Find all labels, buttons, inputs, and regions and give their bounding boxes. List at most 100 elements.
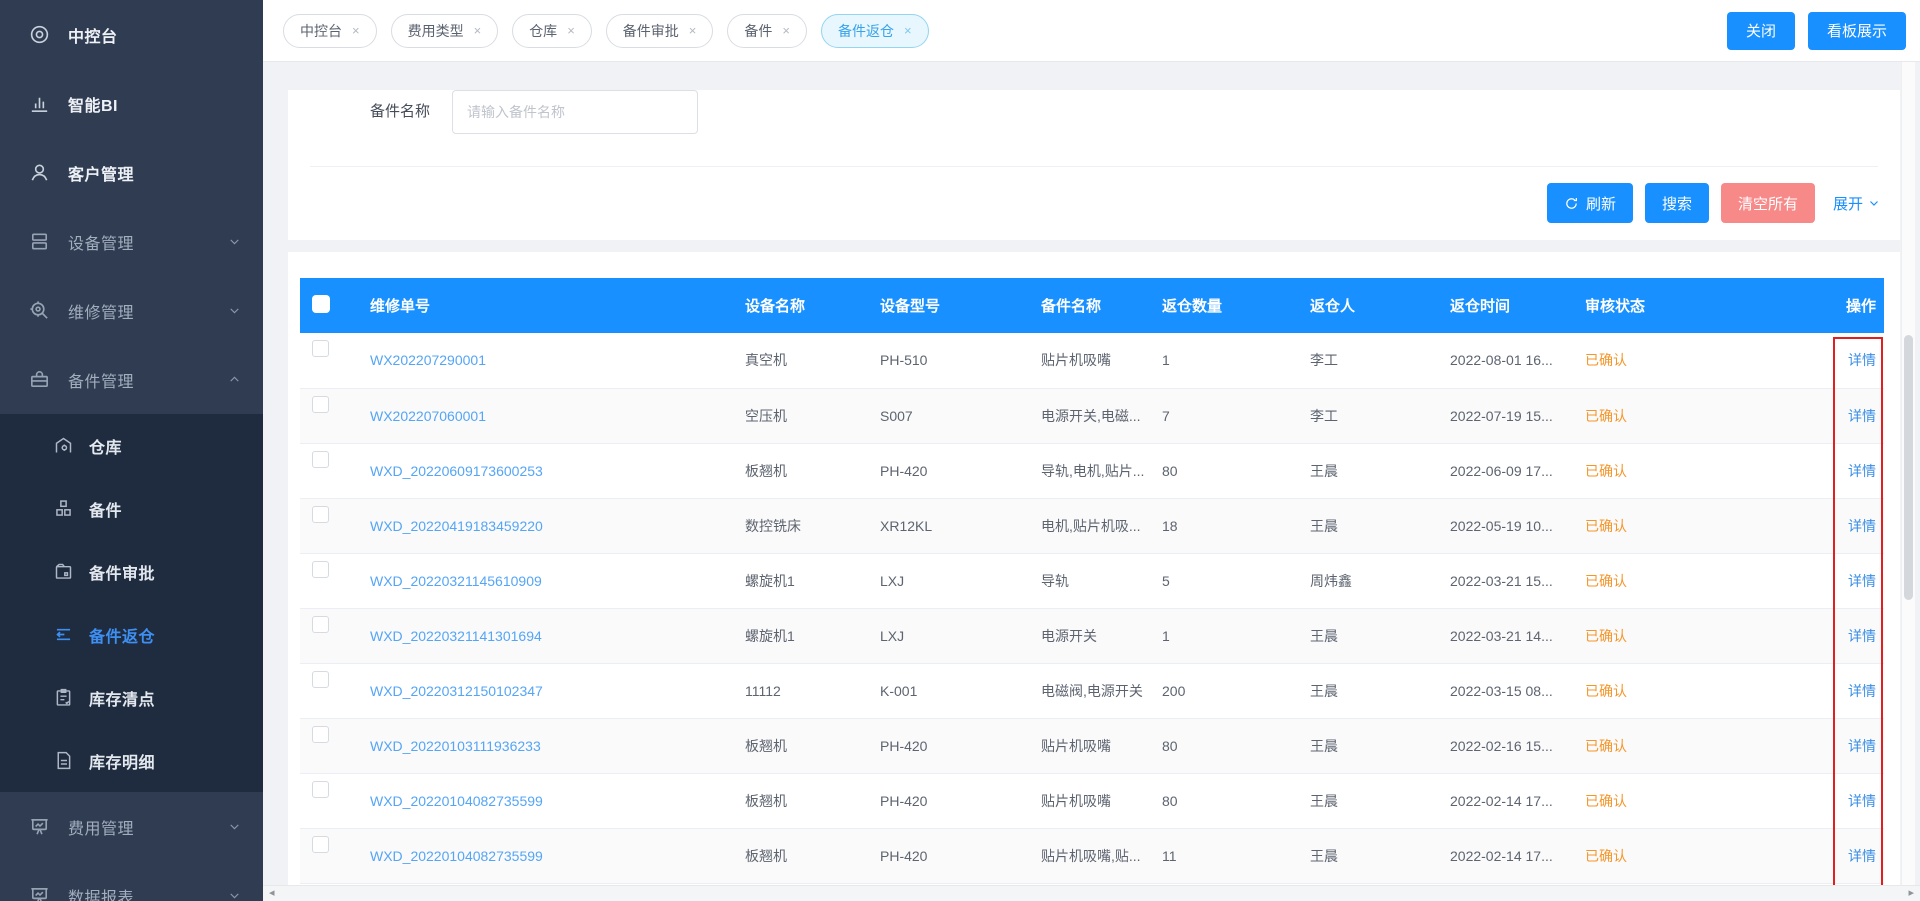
search-button[interactable]: 搜索 xyxy=(1645,183,1709,223)
return-time-cell: 2022-02-14 17... xyxy=(1440,773,1575,828)
sidebar-item-spare-parts[interactable]: 备件管理 xyxy=(0,345,263,414)
order-number-link[interactable]: WXD_20220104082735599 xyxy=(370,848,543,864)
status-badge: 已确认 xyxy=(1585,683,1627,699)
row-checkbox[interactable] xyxy=(312,616,329,633)
sidebar-item-stocktake[interactable]: 库存清点 xyxy=(0,666,263,729)
sidebar-item-parts-approval[interactable]: 备件审批 xyxy=(0,540,263,603)
header-person: 返仓人 xyxy=(1300,278,1440,333)
topbar-actions: 关闭 看板展示 xyxy=(1727,12,1906,50)
row-checkbox[interactable] xyxy=(312,396,329,413)
close-icon[interactable]: × xyxy=(474,23,482,38)
part-name-cell: 电源开关,电磁... xyxy=(1035,388,1150,443)
row-checkbox[interactable] xyxy=(312,340,329,357)
sidebar-item-parts-return[interactable]: 备件返仓 xyxy=(0,603,263,666)
detail-link[interactable]: 详情 xyxy=(1848,518,1876,534)
order-number-link[interactable]: WXD_20220321145610909 xyxy=(370,573,542,589)
parts-icon xyxy=(53,498,74,519)
vertical-scrollbar[interactable] xyxy=(1901,62,1915,885)
detail-link[interactable]: 详情 xyxy=(1848,628,1876,644)
order-number-link[interactable]: WXD_20220104082735599 xyxy=(370,793,543,809)
tab-chip-console[interactable]: 中控台× xyxy=(283,14,377,48)
sidebar-item-expenses[interactable]: 费用管理 xyxy=(0,792,263,861)
return-time-cell: 2022-03-21 15... xyxy=(1440,553,1575,608)
chevron-down-icon xyxy=(228,304,241,317)
return-time-cell: 2022-08-01 16... xyxy=(1440,333,1575,388)
sidebar-item-repairs[interactable]: 维修管理 xyxy=(0,276,263,345)
row-checkbox[interactable] xyxy=(312,836,329,853)
return-time-cell: 2022-03-15 08... xyxy=(1440,663,1575,718)
device-model-cell: LXJ xyxy=(870,608,1035,663)
sidebar-item-stock-detail[interactable]: 库存明细 xyxy=(0,729,263,792)
sidebar-item-label: 智能BI xyxy=(68,92,118,116)
row-checkbox[interactable] xyxy=(312,671,329,688)
detail-link[interactable]: 详情 xyxy=(1848,683,1876,699)
row-checkbox[interactable] xyxy=(312,506,329,523)
tab-chip-parts[interactable]: 备件 × xyxy=(727,14,807,48)
return-person-cell: 王晨 xyxy=(1300,498,1440,553)
header-part: 备件名称 xyxy=(1035,278,1150,333)
part-name-cell: 贴片机吸嘴,贴... xyxy=(1035,828,1150,883)
device-name-cell: 板翘机 xyxy=(735,718,870,773)
status-badge: 已确认 xyxy=(1585,518,1627,534)
row-checkbox[interactable] xyxy=(312,726,329,743)
sidebar-item-devices[interactable]: 设备管理 xyxy=(0,207,263,276)
clear-all-button[interactable]: 清空所有 xyxy=(1721,183,1815,223)
close-icon[interactable]: × xyxy=(689,23,697,38)
detail-link[interactable]: 详情 xyxy=(1848,352,1876,368)
close-button[interactable]: 关闭 xyxy=(1727,12,1795,50)
scroll-right-arrow-icon[interactable]: ▸ xyxy=(1908,888,1914,899)
refresh-button[interactable]: 刷新 xyxy=(1547,183,1633,223)
sidebar-item-label: 客户管理 xyxy=(68,161,134,185)
table-row: WX202207060001 空压机 S007 电源开关,电磁... 7 李工 … xyxy=(300,388,1884,443)
sidebar-item-bi[interactable]: 智能BI xyxy=(0,69,263,138)
return-person-cell: 周炜鑫 xyxy=(1300,553,1440,608)
device-name-cell: 板翘机 xyxy=(735,828,870,883)
order-number-link[interactable]: WXD_20220312150102347 xyxy=(370,683,543,699)
close-icon[interactable]: × xyxy=(352,23,360,38)
chevron-down-icon xyxy=(228,235,241,248)
return-icon xyxy=(53,624,74,645)
device-model-cell: PH-420 xyxy=(870,828,1035,883)
row-checkbox[interactable] xyxy=(312,451,329,468)
detail-link[interactable]: 详情 xyxy=(1848,793,1876,809)
close-icon[interactable]: × xyxy=(782,23,790,38)
order-number-link[interactable]: WX202207290001 xyxy=(370,352,486,368)
header-model: 设备型号 xyxy=(870,278,1035,333)
tab-chip-label: 备件 xyxy=(744,21,772,41)
tab-chip-parts-return[interactable]: 备件返仓× xyxy=(821,14,929,48)
select-all-checkbox[interactable] xyxy=(312,295,330,313)
vertical-scrollbar-thumb[interactable] xyxy=(1904,335,1913,600)
row-checkbox[interactable] xyxy=(312,781,329,798)
tab-chip-parts-approval[interactable]: 备件审批× xyxy=(606,14,714,48)
scroll-left-arrow-icon[interactable]: ◂ xyxy=(269,888,275,899)
order-number-link[interactable]: WXD_20220419183459220 xyxy=(370,518,543,534)
order-number-link[interactable]: WXD_20220321141301694 xyxy=(370,628,542,644)
sidebar-item-parts[interactable]: 备件 xyxy=(0,477,263,540)
device-icon xyxy=(28,230,51,253)
row-checkbox[interactable] xyxy=(312,561,329,578)
expand-toggle[interactable]: 展开 xyxy=(1833,193,1880,214)
table-row: WX202207290001 真空机 PH-510 贴片机吸嘴 1 李工 202… xyxy=(300,333,1884,388)
order-number-link[interactable]: WXD_20220103111936233 xyxy=(370,738,541,754)
detail-link[interactable]: 详情 xyxy=(1848,848,1876,864)
table-row: WXD_20220103111936233 板翘机 PH-420 贴片机吸嘴 8… xyxy=(300,718,1884,773)
order-number-link[interactable]: WXD_20220609173600253 xyxy=(370,463,543,479)
detail-link[interactable]: 详情 xyxy=(1848,738,1876,754)
detail-link[interactable]: 详情 xyxy=(1848,573,1876,589)
sidebar-item-warehouse[interactable]: 仓库 xyxy=(0,414,263,477)
tab-chip-expense-type[interactable]: 费用类型× xyxy=(391,14,499,48)
return-person-cell: 王晨 xyxy=(1300,663,1440,718)
order-number-link[interactable]: WX202207060001 xyxy=(370,408,486,424)
sidebar-item-console[interactable]: 中控台 xyxy=(0,0,263,69)
sidebar-item-customers[interactable]: 客户管理 xyxy=(0,138,263,207)
sidebar-item-reports[interactable]: 数据报表 xyxy=(0,861,263,901)
detail-link[interactable]: 详情 xyxy=(1848,408,1876,424)
board-display-button[interactable]: 看板展示 xyxy=(1808,12,1906,50)
horizontal-scrollbar[interactable]: ◂ ▸ xyxy=(263,885,1920,901)
close-icon[interactable]: × xyxy=(567,23,575,38)
close-icon[interactable]: × xyxy=(904,23,912,38)
status-badge: 已确认 xyxy=(1585,408,1627,424)
part-name-input[interactable] xyxy=(452,90,698,134)
detail-link[interactable]: 详情 xyxy=(1848,463,1876,479)
tab-chip-warehouse[interactable]: 仓库× xyxy=(512,14,592,48)
